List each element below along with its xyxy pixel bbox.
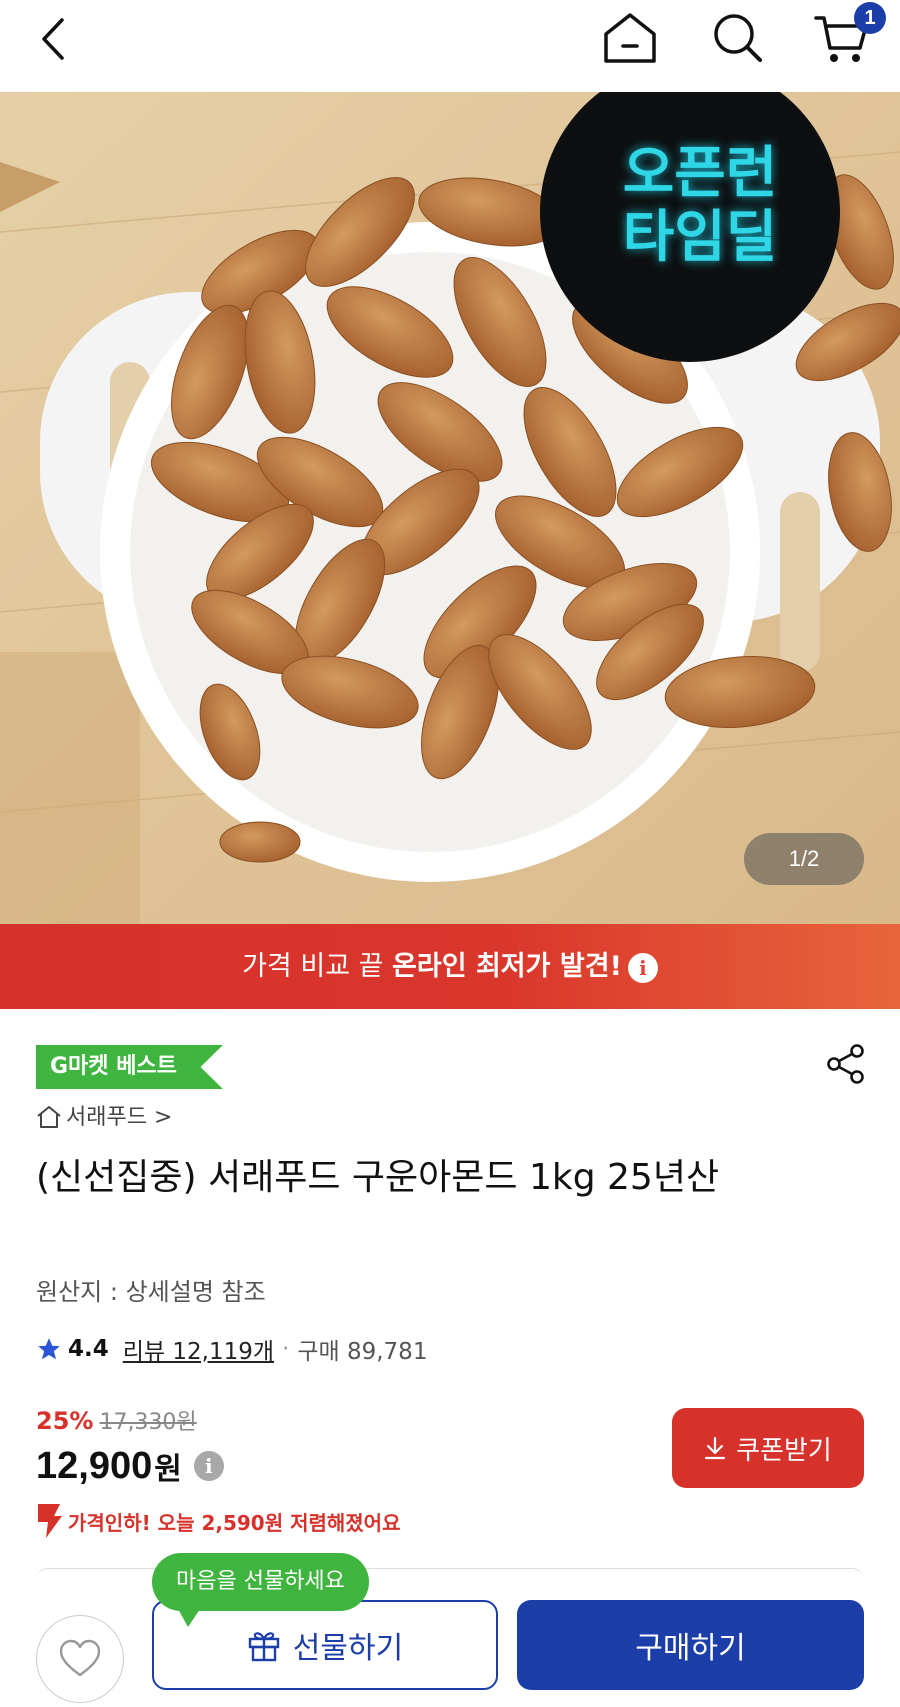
price-unit: 원 — [154, 1452, 182, 1487]
seller-link[interactable]: 서래푸드 > — [36, 1100, 172, 1136]
share-icon — [827, 1044, 864, 1084]
image-page-counter: 1/2 — [744, 833, 864, 885]
price-row: 12,900 원 i — [36, 1444, 224, 1488]
gmarket-best-badge: G마켓 베스트 — [36, 1045, 223, 1089]
gift-label: 선물하기 — [292, 1631, 404, 1666]
price-drop-text: 가격인하! 오늘 2,590원 저렴해졌어요 — [68, 1510, 401, 1535]
star-icon — [38, 1338, 60, 1360]
original-price: 17,330원 — [99, 1410, 197, 1435]
share-button[interactable] — [824, 1042, 868, 1086]
search-button[interactable] — [710, 10, 766, 66]
download-icon — [705, 1436, 726, 1460]
rating-row: 4.4 리뷰 12,119개 · 구매 89,781 — [36, 1332, 427, 1366]
top-bar: 1 — [0, 0, 900, 92]
badge-line-2: 타임딜 — [622, 205, 778, 270]
buy-button[interactable]: 구매하기 — [517, 1600, 864, 1690]
product-origin: 원산지 : 상세설명 참조 — [36, 1278, 266, 1306]
discount-row: 25% 17,330원 — [36, 1404, 197, 1436]
info-icon[interactable]: i — [627, 952, 658, 983]
price-down-arrow-icon — [38, 1504, 62, 1538]
coupon-label: 쿠폰받기 — [736, 1435, 832, 1466]
banner-strong-text: 온라인 최저가 발견! — [392, 951, 622, 982]
product-title: (신선집중) 서래푸드 구운아몬드 1kg 25년산 — [36, 1157, 720, 1198]
back-button[interactable] — [30, 14, 80, 64]
home-button[interactable] — [600, 10, 660, 66]
badge-line-1: 오픈런 — [622, 141, 778, 206]
separator-dot: · — [282, 1336, 290, 1362]
wishlist-button[interactable] — [36, 1615, 124, 1703]
purchase-count: 구매 89,781 — [297, 1339, 428, 1365]
heart-icon — [59, 1639, 101, 1677]
search-icon — [714, 14, 762, 62]
gift-tooltip: 마음을 선물하세요 — [152, 1553, 369, 1627]
lowest-price-banner[interactable]: 가격 비교 끝 온라인 최저가 발견! i — [0, 924, 900, 1009]
seller-name: 서래푸드 — [66, 1105, 147, 1130]
price-info-icon[interactable]: i — [193, 1451, 224, 1481]
sale-price: 12,900 — [36, 1444, 153, 1487]
discount-rate: 25% — [36, 1407, 94, 1435]
home-icon — [604, 13, 656, 63]
chevron-right-icon: > — [153, 1105, 173, 1130]
coupon-download-button[interactable]: 쿠폰받기 — [672, 1408, 864, 1488]
bottom-action-bar: 선물하기 구매하기 — [0, 1585, 900, 1707]
time-deal-badge: 오픈런 타임딜 — [590, 142, 810, 270]
banner-text: 가격 비교 끝 — [242, 951, 393, 982]
gift-icon — [248, 1632, 279, 1662]
store-icon — [37, 1106, 61, 1128]
price-drop-notice: 가격인하! 오늘 2,590원 저렴해졌어요 — [34, 1502, 400, 1540]
cart-count-badge: 1 — [854, 2, 886, 34]
chevron-left-icon — [42, 18, 64, 60]
product-image-carousel[interactable]: 오픈런 타임딜 1/2 — [0, 92, 900, 924]
gift-button[interactable]: 선물하기 — [152, 1600, 498, 1690]
rating-score: 4.4 — [68, 1336, 109, 1362]
review-count-link[interactable]: 리뷰 12,119개 — [123, 1332, 274, 1366]
